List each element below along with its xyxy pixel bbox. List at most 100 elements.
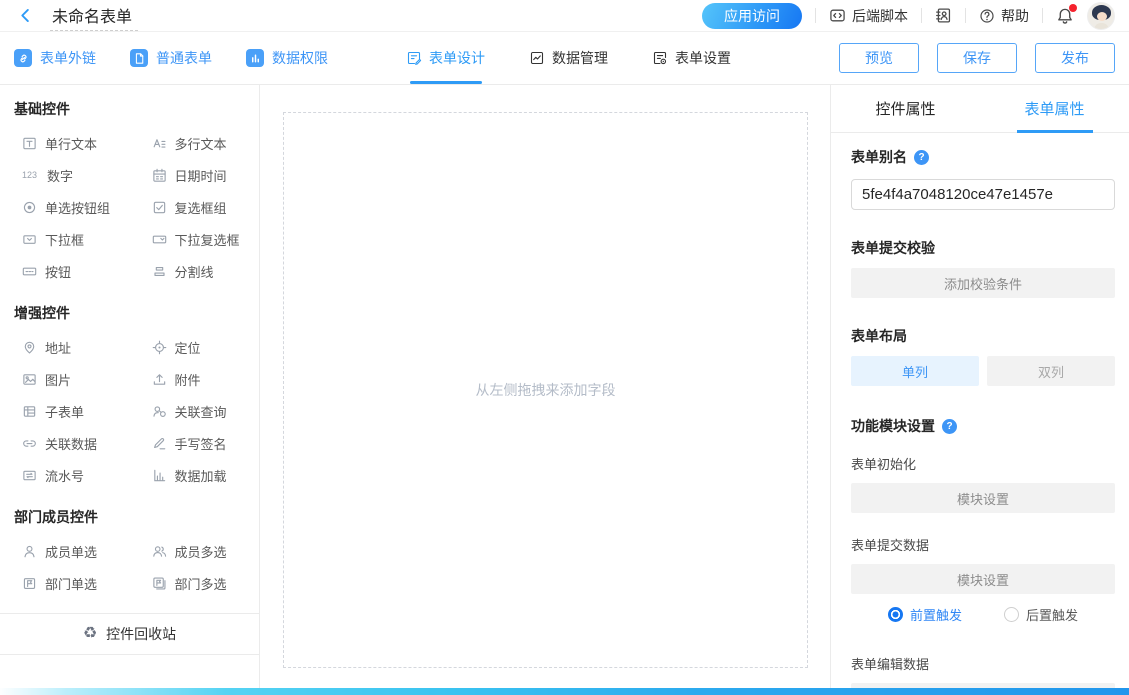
control-related-data[interactable]: 关联数据: [0, 427, 130, 459]
mode-label: 数据权限: [272, 48, 328, 68]
control-label: 下拉框: [45, 230, 84, 249]
back-button[interactable]: [14, 5, 36, 27]
mode-external-link[interactable]: 表单外链: [14, 48, 96, 68]
form-title[interactable]: 未命名表单: [50, 1, 138, 31]
control-recycle-bin[interactable]: ♻ 控件回收站: [0, 613, 259, 655]
form-settings-icon: [652, 50, 668, 66]
divider: [921, 8, 922, 23]
users-icon: [152, 544, 167, 559]
calendar-icon: [152, 168, 167, 183]
help-icon: [979, 8, 995, 24]
control-label: 定位: [175, 338, 201, 357]
image-icon: [22, 372, 37, 387]
control-button[interactable]: 按钮: [0, 255, 130, 287]
radio-label: 前置触发: [910, 605, 962, 624]
mode-data-permission[interactable]: 数据权限: [246, 48, 328, 68]
tab-label: 表单设置: [675, 48, 731, 68]
submit-post-trigger-radio[interactable]: 后置触发: [1004, 605, 1078, 624]
tab-form-design[interactable]: 表单设计: [406, 32, 485, 84]
multi-line-text-icon: [152, 136, 167, 151]
preview-button[interactable]: 预览: [839, 43, 919, 73]
tab-label: 数据管理: [552, 48, 608, 68]
save-button[interactable]: 保存: [937, 43, 1017, 73]
module-settings-help-icon[interactable]: ?: [942, 419, 957, 434]
control-label: 部门单选: [45, 574, 97, 593]
section-title-member-controls: 部门成员控件: [0, 491, 259, 535]
single-line-text-icon: [22, 136, 37, 151]
layout-double-column-button[interactable]: 双列: [987, 356, 1115, 386]
tab-form-properties[interactable]: 表单属性: [980, 85, 1129, 132]
form-alias-input[interactable]: [851, 179, 1115, 210]
control-member-single[interactable]: 成员单选: [0, 535, 130, 567]
control-signature[interactable]: 手写签名: [130, 427, 260, 459]
control-location[interactable]: 定位: [130, 331, 260, 363]
alias-help-icon[interactable]: ?: [914, 150, 929, 165]
tab-data-management[interactable]: 数据管理: [529, 32, 608, 84]
control-label: 附件: [175, 370, 201, 389]
control-related-query[interactable]: 关联查询: [130, 395, 260, 427]
control-label: 子表单: [45, 402, 84, 421]
publish-button[interactable]: 发布: [1035, 43, 1115, 73]
control-member-multi[interactable]: 成员多选: [130, 535, 260, 567]
contacts-button[interactable]: [935, 7, 952, 24]
subform-table-icon: [22, 404, 37, 419]
control-multi-select[interactable]: 下拉复选框: [130, 223, 260, 255]
notifications-button[interactable]: [1056, 7, 1074, 25]
control-label: 图片: [45, 370, 71, 389]
recycle-icon: ♻: [83, 626, 97, 642]
control-single-line-text[interactable]: 单行文本: [0, 127, 130, 159]
top-header: 未命名表单 应用访问 后端脚本 帮助: [0, 0, 1129, 32]
layout-single-column-button[interactable]: 单列: [851, 356, 979, 386]
control-select[interactable]: 下拉框: [0, 223, 130, 255]
add-validation-button[interactable]: 添加校验条件: [851, 268, 1115, 298]
divider: [965, 8, 966, 23]
control-label: 数据加载: [175, 466, 227, 485]
control-department-single[interactable]: 部门单选: [0, 567, 130, 599]
tab-form-settings[interactable]: 表单设置: [652, 32, 731, 84]
control-checkbox-group[interactable]: 复选框组: [130, 191, 260, 223]
form-dropzone[interactable]: 从左侧拖拽来添加字段: [283, 112, 808, 668]
upload-icon: [152, 372, 167, 387]
form-init-module-button[interactable]: 模块设置: [851, 483, 1115, 513]
code-icon: [829, 7, 846, 24]
control-datetime[interactable]: 日期时间: [130, 159, 260, 191]
control-address[interactable]: 地址: [0, 331, 130, 363]
backend-script-button[interactable]: 后端脚本: [829, 6, 908, 26]
control-data-load[interactable]: 数据加载: [130, 459, 260, 491]
control-label: 部门多选: [175, 574, 227, 593]
control-number[interactable]: 123数字: [0, 159, 130, 191]
form-submit-module-button[interactable]: 模块设置: [851, 564, 1115, 594]
mode-normal-form[interactable]: 普通表单: [130, 48, 212, 68]
tab-label: 表单属性: [1024, 98, 1084, 119]
form-alias-label: 表单别名: [851, 147, 907, 167]
control-multi-line-text[interactable]: 多行文本: [130, 127, 260, 159]
control-subform[interactable]: 子表单: [0, 395, 130, 427]
control-label: 手写签名: [175, 434, 227, 453]
multi-select-icon: [152, 232, 167, 247]
control-serial-number[interactable]: 流水号: [0, 459, 130, 491]
bottom-taskbar-strip: [0, 688, 1129, 695]
control-label: 数字: [47, 166, 73, 185]
control-label: 单选按钮组: [45, 198, 110, 217]
divider: [815, 8, 816, 23]
form-designer-app: 未命名表单 应用访问 后端脚本 帮助: [0, 0, 1129, 695]
control-image[interactable]: 图片: [0, 363, 130, 395]
control-attachment[interactable]: 附件: [130, 363, 260, 395]
control-radio-group[interactable]: 单选按钮组: [0, 191, 130, 223]
control-label: 关联查询: [175, 402, 227, 421]
app-access-button[interactable]: 应用访问: [702, 3, 802, 29]
controls-sidebar: 基础控件 单行文本 多行文本 123数字 日期时间 单选按钮组 复选框组 下拉框…: [0, 85, 260, 688]
control-divider[interactable]: 分割线: [130, 255, 260, 287]
tab-control-properties[interactable]: 控件属性: [831, 85, 980, 132]
submit-pre-trigger-radio[interactable]: 前置触发: [888, 605, 962, 624]
radio-label: 后置触发: [1026, 605, 1078, 624]
link-icon: [22, 436, 37, 451]
related-query-icon: [152, 404, 167, 419]
help-button[interactable]: 帮助: [979, 6, 1029, 26]
divider: [1042, 8, 1043, 23]
control-label: 流水号: [45, 466, 84, 485]
user-avatar[interactable]: [1087, 2, 1115, 30]
control-department-multi[interactable]: 部门多选: [130, 567, 260, 599]
section-title-basic-controls: 基础控件: [0, 85, 259, 127]
radio-selected-icon: [888, 607, 903, 622]
